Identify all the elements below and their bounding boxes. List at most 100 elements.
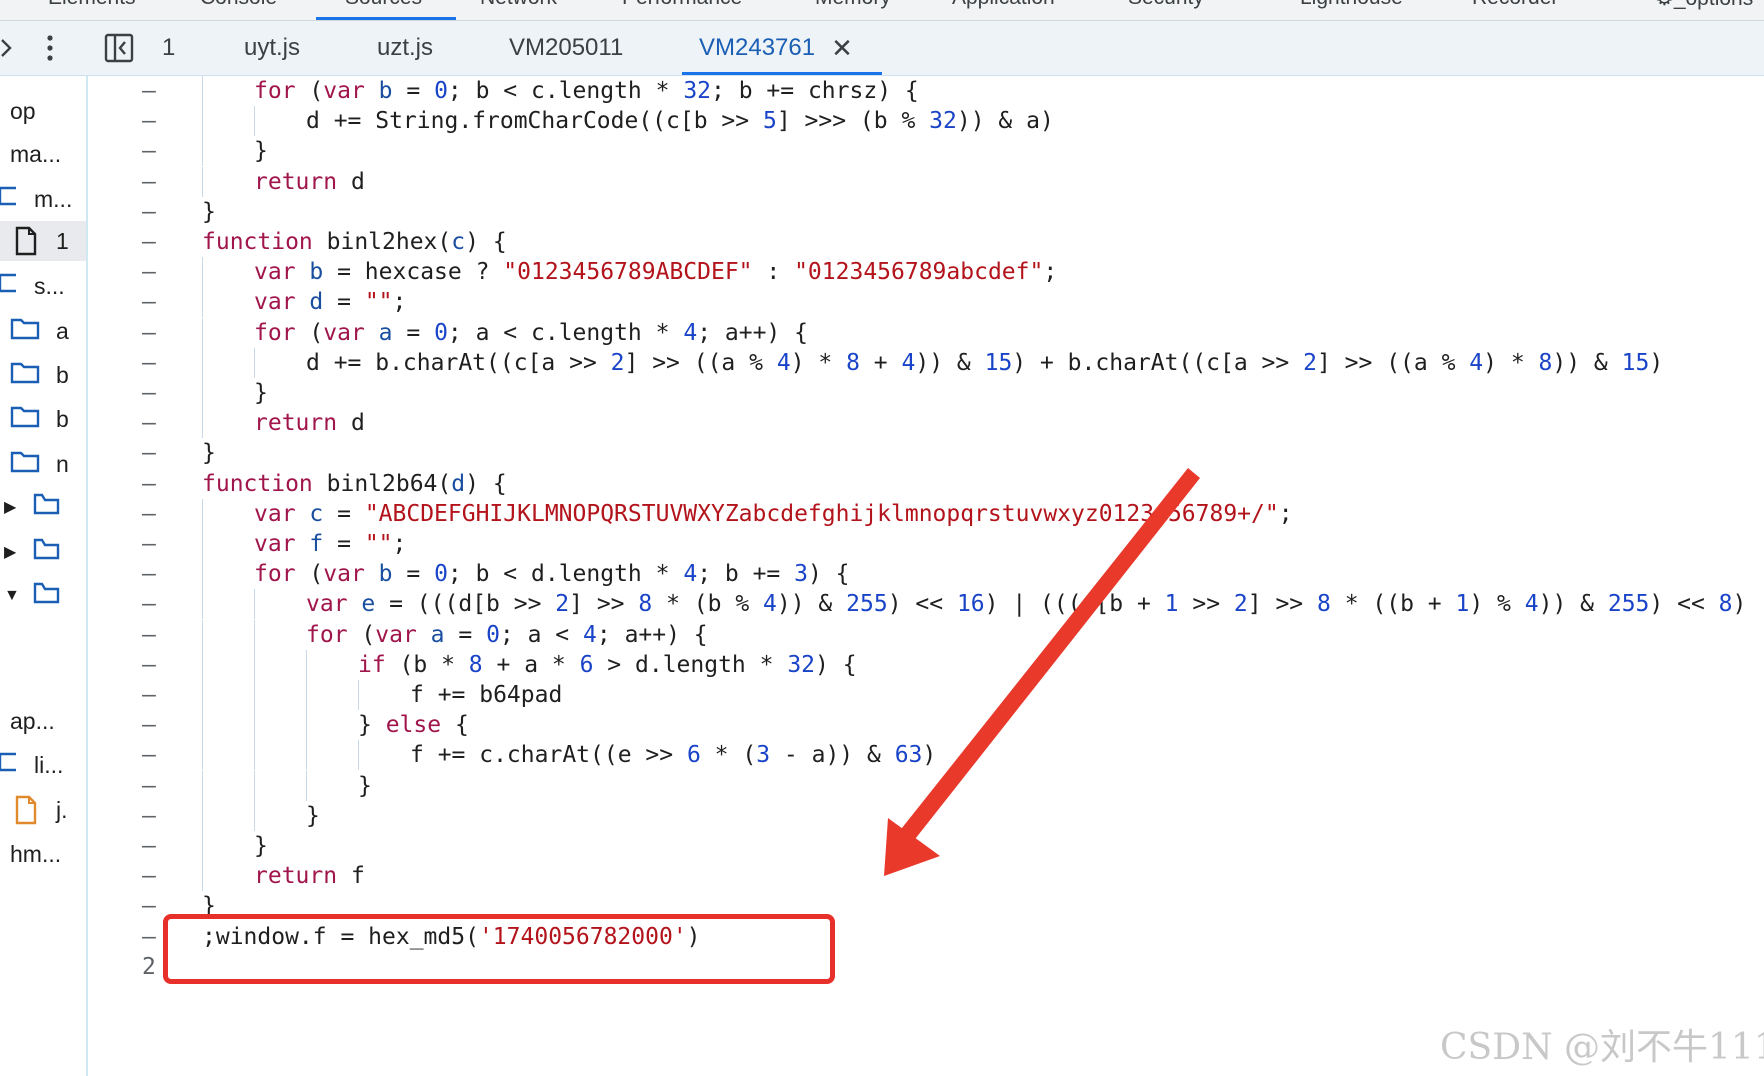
line-number[interactable]: – [142, 378, 172, 408]
line-number[interactable]: – [142, 318, 172, 348]
panel-tab-network[interactable]: Network [480, 0, 557, 10]
line-number[interactable]: – [142, 469, 172, 499]
line-number[interactable]: – [142, 348, 172, 378]
panel-tab-elements[interactable]: Elements [48, 0, 136, 10]
indent-guide [254, 770, 255, 801]
line-number[interactable]: – [142, 257, 172, 287]
code-line[interactable]: – var c = "ABCDEFGHIJKLMNOPQRSTUVWXYZabcd… [0, 498, 1764, 529]
code-line[interactable]: – for (var b = 0; b < d.length * 4; b += … [0, 559, 1764, 590]
indent-guide [254, 800, 255, 831]
line-number[interactable]: – [142, 106, 172, 136]
code-text: var b = hexcase ? "0123456789ABCDEF" : "… [254, 259, 1058, 286]
panel-tab-application[interactable]: Application [952, 0, 1055, 10]
indent-guide [202, 257, 203, 288]
code-line[interactable]: –} [0, 378, 1764, 408]
panel-tab-options[interactable]: ⚙_options [1655, 0, 1753, 11]
indent-guide [202, 619, 203, 650]
line-number[interactable]: – [142, 831, 172, 861]
code-line[interactable]: – var b = hexcase ? "0123456789ABCDEF" : … [0, 257, 1764, 288]
indent-guide [202, 649, 203, 680]
tab-vm205011[interactable]: VM205011 [509, 21, 623, 75]
line-number[interactable]: – [142, 167, 172, 197]
code-text: function binl2hex(c) { [202, 229, 507, 255]
code-line[interactable]: – return d [0, 166, 1764, 197]
line-number[interactable]: – [142, 710, 172, 740]
code-line[interactable]: – d += String.fromCharCode((c[b >> 5] >>>… [0, 106, 1764, 137]
line-number[interactable]: – [142, 499, 172, 529]
indent-guide [254, 106, 255, 137]
tab-vm243761[interactable]: VM243761 ✕ [699, 21, 853, 75]
code-line[interactable]: – var e = (((d[b >> 2] >> 8 * (b % 4)) & … [0, 589, 1764, 620]
panel-tab-memory[interactable]: Memory [815, 0, 891, 10]
devtools-panel-tabs: Elements Console Sources Network Perform… [0, 0, 1764, 21]
code-line[interactable]: –} [0, 831, 1764, 861]
code-line[interactable]: – return f [0, 861, 1764, 892]
code-text: } [254, 380, 268, 406]
indent-guide [202, 317, 203, 348]
line-number[interactable]: – [142, 408, 172, 438]
code-line[interactable]: – f += b64pad [0, 680, 1764, 710]
close-icon[interactable]: ✕ [831, 35, 853, 61]
more-options-icon[interactable] [44, 21, 56, 75]
highlight-box [163, 914, 835, 984]
code-text: } [254, 138, 268, 165]
indent-guide [202, 498, 203, 529]
toggle-navigator-icon[interactable] [104, 21, 134, 75]
panel-tab-sources[interactable]: Sources [345, 0, 422, 10]
line-number[interactable]: – [142, 287, 172, 317]
indent-guide [254, 740, 255, 771]
code-line[interactable]: – var d = ""; [0, 287, 1764, 318]
tab-count-badge: 1 [162, 34, 176, 61]
line-number[interactable]: – [142, 136, 172, 166]
code-text: function binl2b64(d) { [202, 470, 507, 497]
panel-tab-performance[interactable]: Performance [622, 0, 742, 10]
code-line[interactable]: – for (var b = 0; b < c.length * 32; b +=… [0, 76, 1764, 106]
chevron-right-icon[interactable] [0, 21, 16, 75]
code-line[interactable]: –} [0, 800, 1764, 831]
code-text: return d [254, 410, 365, 437]
line-number[interactable]: – [142, 801, 172, 831]
line-number[interactable]: – [142, 227, 172, 257]
code-line[interactable]: – d += b.charAt((c[a >> 2] >> ((a % 4) * … [0, 347, 1764, 378]
code-line[interactable]: –} [0, 197, 1764, 227]
code-line[interactable]: – function binl2b64(d) { [0, 469, 1764, 499]
code-text: for (var b = 0; b < c.length * 32; b += … [254, 78, 919, 104]
code-line[interactable]: –} [0, 136, 1764, 167]
indent-guide [254, 589, 255, 620]
line-number[interactable]: – [142, 650, 172, 680]
code-line[interactable]: – var f = ""; [0, 529, 1764, 559]
indent-guide [202, 136, 203, 167]
code-line[interactable]: – function binl2hex(c) { [0, 227, 1764, 257]
code-text: } [358, 772, 372, 799]
line-number[interactable]: – [142, 680, 172, 710]
code-text: for (var a = 0; a < 4; a++) { [306, 621, 708, 648]
code-line[interactable]: – if (b * 8 + a * 6 > d.length * 32) { [0, 649, 1764, 680]
panel-tab-security[interactable]: Security [1128, 0, 1204, 10]
line-number[interactable]: – [142, 589, 172, 619]
line-number[interactable]: – [142, 771, 172, 801]
line-number[interactable]: – [142, 197, 172, 227]
code-line[interactable]: –} [0, 770, 1764, 801]
line-number[interactable]: – [142, 76, 172, 106]
code-line[interactable]: – for (var a = 0; a < c.length * 4; a++) … [0, 317, 1764, 348]
indent-guide [254, 710, 255, 741]
code-line[interactable]: – for (var a = 0; a < 4; a++) { [0, 619, 1764, 650]
indent-guide [202, 529, 203, 559]
line-number[interactable]: – [142, 861, 172, 891]
line-number[interactable]: – [142, 620, 172, 650]
panel-tab-lighthouse[interactable]: Lighthouse [1300, 0, 1403, 10]
tab-uzt-js[interactable]: uzt.js [377, 21, 433, 75]
code-line[interactable]: – } else { [0, 710, 1764, 741]
tab-uyt-js[interactable]: uyt.js [244, 21, 300, 75]
line-number[interactable]: – [142, 559, 172, 589]
line-number[interactable]: – [142, 438, 172, 468]
line-number[interactable]: – [142, 529, 172, 559]
code-text: } else { [358, 712, 469, 739]
code-line[interactable]: – return d [0, 408, 1764, 439]
code-line[interactable]: –} [0, 438, 1764, 468]
panel-tab-console[interactable]: Console [200, 0, 277, 10]
panel-tab-recorder[interactable]: Recorder [1472, 0, 1558, 10]
indent-guide [202, 378, 203, 408]
line-number[interactable]: – [142, 740, 172, 770]
code-line[interactable]: – f += c.charAt((e >> 6 * (3 - a)) & 63) [0, 740, 1764, 771]
